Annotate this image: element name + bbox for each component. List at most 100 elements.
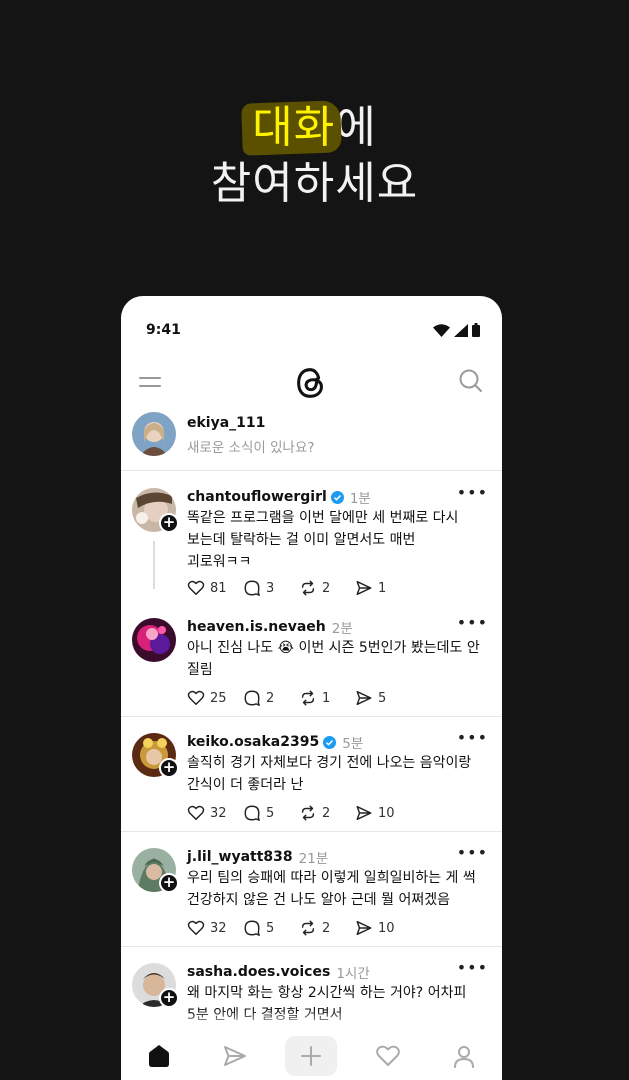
nav-activity[interactable]: [362, 1036, 414, 1076]
headline: 대화에 참여하세요: [0, 100, 629, 212]
like-button[interactable]: 32: [187, 804, 243, 822]
reply-button[interactable]: 3: [243, 579, 299, 597]
follow-plus-icon[interactable]: +: [159, 513, 179, 533]
heart-icon: [187, 805, 205, 821]
post-time: 21분: [298, 851, 329, 867]
wifi-icon: [433, 324, 450, 337]
repost-icon: [301, 805, 315, 821]
more-icon[interactable]: •••: [457, 843, 488, 862]
avatar[interactable]: [132, 618, 176, 662]
status-time: 9:41: [146, 322, 181, 338]
like-button[interactable]: 81: [187, 579, 243, 597]
battery-icon: [472, 323, 480, 337]
post: + keiko.osaka2395 5분 ••• 솔직히 경기 자체보다 경기 …: [121, 717, 502, 832]
like-button[interactable]: 25: [187, 689, 243, 707]
avatar: [132, 412, 176, 456]
post-body: 아니 진심 나도 😭 이번 시즌 5번인가 봤는데도 안 질림: [187, 637, 482, 681]
share-button[interactable]: 10: [355, 804, 411, 822]
share-button[interactable]: 5: [355, 689, 411, 707]
send-icon: [356, 805, 372, 821]
post-body: 솔직히 경기 자체보다 경기 전에 나오는 음악이랑 간식이 더 좋더라 난: [187, 752, 482, 796]
post-username[interactable]: j.lil_wyatt838: [187, 849, 293, 865]
post-line: 보는데 탈락하는 걸 이미 알면서도 매번: [187, 532, 416, 548]
reply-button[interactable]: 5: [243, 919, 299, 937]
post-username[interactable]: heaven.is.nevaeh: [187, 619, 326, 635]
send-icon: [356, 690, 372, 706]
reply-count: 5: [266, 920, 275, 936]
comment-icon: [244, 690, 260, 706]
more-icon[interactable]: •••: [457, 483, 488, 502]
repost-button[interactable]: 1: [299, 689, 355, 707]
post: + j.lil_wyatt838 21분 ••• 우리 팀의 승패에 따라 이렇…: [121, 832, 502, 947]
post-line: 우리 팀의 승패에 따라 이렇게 일희일비하는 게 썩: [187, 870, 476, 886]
post-line: 왜 마지막 화는 항상 2시간씩 하는 거야? 어차피: [187, 985, 467, 1001]
reply-button[interactable]: 5: [243, 804, 299, 822]
like-count: 25: [210, 690, 227, 706]
more-icon[interactable]: •••: [457, 958, 488, 977]
post-username[interactable]: keiko.osaka2395: [187, 734, 319, 750]
repost-button[interactable]: 2: [299, 919, 355, 937]
heart-icon: [187, 580, 205, 596]
headline-highlight: 대화: [252, 100, 335, 156]
profile-icon: [453, 1046, 474, 1068]
post-line: 건강하지 않은 건 나도 알아 근데 뭘 어쩌겠음: [187, 892, 450, 908]
post-header: heaven.is.nevaeh 2분: [187, 617, 353, 637]
post-time: 5분: [342, 736, 364, 752]
reply-button[interactable]: 2: [243, 689, 299, 707]
share-count: 5: [378, 690, 387, 706]
follow-plus-icon[interactable]: +: [159, 873, 179, 893]
repost-button[interactable]: 2: [299, 579, 355, 597]
repost-button[interactable]: 2: [299, 804, 355, 822]
top-bar: [121, 366, 502, 406]
heart-icon: [187, 690, 205, 706]
search-icon[interactable]: [458, 368, 484, 394]
post-time: 2분: [331, 621, 353, 637]
follow-plus-icon[interactable]: +: [159, 758, 179, 778]
comment-icon: [244, 580, 260, 596]
nav-home[interactable]: [133, 1036, 185, 1076]
more-icon[interactable]: •••: [457, 728, 488, 747]
bottom-nav: [121, 1032, 502, 1080]
post-header: chantouflowergirl 1분: [187, 487, 371, 507]
more-icon[interactable]: •••: [457, 613, 488, 632]
share-button[interactable]: 10: [355, 919, 411, 937]
post-line: 똑같은 프로그램을 이번 달에만 세 번째로 다시: [187, 510, 459, 526]
post-actions: 25 2 1 5: [187, 689, 411, 707]
nav-profile[interactable]: [438, 1036, 490, 1076]
share-count: 10: [378, 920, 395, 936]
reply-count: 2: [266, 690, 275, 706]
compose-placeholder[interactable]: 새로운 소식이 있나요?: [187, 436, 315, 456]
status-bar: 9:41: [121, 296, 502, 366]
post-body: 똑같은 프로그램을 이번 달에만 세 번째로 다시 보는데 탈락하는 걸 이미 …: [187, 507, 482, 573]
post-line: 간식이 더 좋더라 난: [187, 777, 304, 793]
nav-create[interactable]: [285, 1036, 338, 1076]
comment-icon: [244, 920, 260, 936]
send-icon: [356, 920, 372, 936]
like-button[interactable]: 32: [187, 919, 243, 937]
repost-icon: [301, 920, 315, 936]
reply-count: 5: [266, 805, 275, 821]
share-count: 10: [378, 805, 395, 821]
nav-messages[interactable]: [209, 1036, 261, 1076]
post-username[interactable]: chantouflowergirl: [187, 489, 327, 505]
post-username[interactable]: sasha.does.voices: [187, 964, 330, 980]
home-icon: [149, 1045, 170, 1067]
compose-box[interactable]: ekiya_111 새로운 소식이 있나요?: [121, 406, 502, 471]
menu-icon[interactable]: [138, 370, 162, 394]
comment-icon: [244, 805, 260, 821]
repost-icon: [301, 690, 315, 706]
like-count: 32: [210, 805, 227, 821]
signal-icon: [454, 324, 468, 337]
post-body: 우리 팀의 승패에 따라 이렇게 일희일비하는 게 썩 건강하지 않은 건 나도…: [187, 867, 482, 911]
post-line: 괴로워ㅋㅋ: [187, 554, 252, 570]
post-actions: 81 3 2 1: [187, 579, 411, 597]
like-count: 32: [210, 920, 227, 936]
follow-plus-icon[interactable]: +: [159, 988, 179, 1008]
post-header: j.lil_wyatt838 21분: [187, 847, 328, 867]
post-actions: 32 5 2 10: [187, 804, 411, 822]
repost-count: 2: [322, 920, 331, 936]
heart-icon: [187, 920, 205, 936]
share-button[interactable]: 1: [355, 579, 411, 597]
plus-icon: [301, 1046, 322, 1066]
threads-logo-icon[interactable]: [292, 364, 330, 402]
